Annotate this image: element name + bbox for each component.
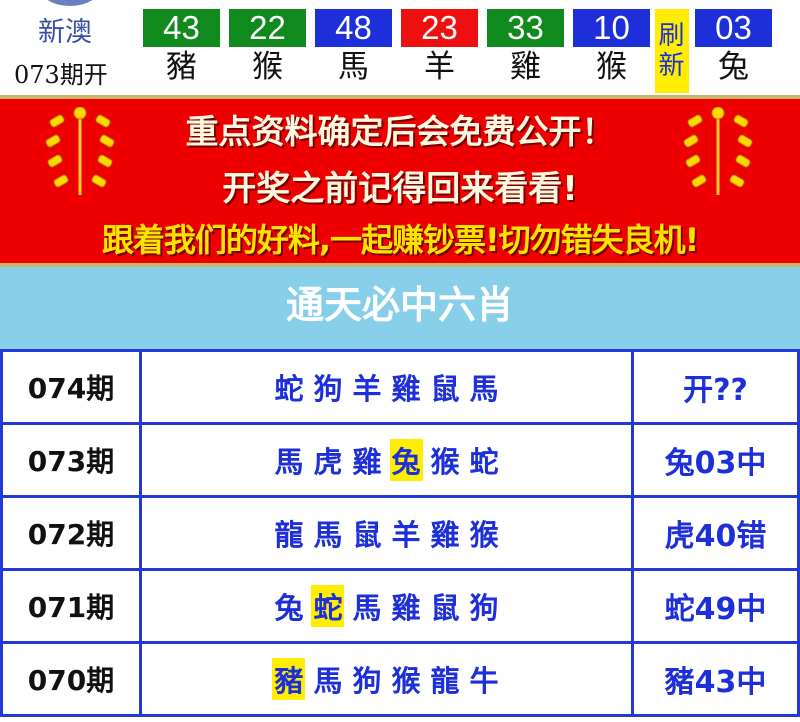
animal: 馬 <box>469 372 499 406</box>
animals-cell: 豬馬狗猴龍牛 <box>139 641 634 717</box>
site-logo-icon <box>40 0 100 6</box>
result-ball-zodiac: 羊 <box>424 49 455 85</box>
result-ball: 22 <box>229 9 306 47</box>
animals-cell: 馬虎雞兔猴蛇 <box>139 422 634 498</box>
result-ball: 23 <box>401 9 478 47</box>
animal: 鼠 <box>430 591 460 625</box>
result-ball: 33 <box>487 9 564 47</box>
result-cell: 兔03中 <box>631 422 800 498</box>
prediction-table: 074期蛇狗羊雞鼠馬开?? 073期馬虎雞兔猴蛇兔03中 072期龍馬鼠羊雞猴虎40… <box>0 349 800 717</box>
result-cell: 蛇49中 <box>631 568 800 644</box>
table-row: 073期馬虎雞兔猴蛇兔03中 <box>0 422 800 498</box>
animal: 虎 <box>313 445 343 479</box>
result-ball: 48 <box>315 9 392 47</box>
animal: 羊 <box>352 372 382 406</box>
animals-cell: 兔蛇馬雞鼠狗 <box>139 568 634 644</box>
animal: 蛇 <box>469 445 499 479</box>
animal-hit: 兔 <box>389 439 423 481</box>
result-ball: 43 <box>143 9 220 47</box>
site-name: 新澳 <box>38 17 92 48</box>
banner-line-2: 开奖之前记得回来看看! <box>222 169 578 209</box>
animal: 馬 <box>274 445 304 479</box>
animal-hit: 蛇 <box>311 585 345 627</box>
result-ball-zodiac: 猴 <box>252 49 283 85</box>
animal: 羊 <box>391 518 421 552</box>
animal: 雞 <box>391 591 421 625</box>
animal-hit: 豬 <box>272 658 306 700</box>
animal: 雞 <box>391 372 421 406</box>
table-row: 074期蛇狗羊雞鼠馬开?? <box>0 349 800 425</box>
result-ball: 10 <box>573 9 650 47</box>
animal: 狗 <box>469 591 499 625</box>
animal: 蛇 <box>274 372 304 406</box>
animal: 雞 <box>430 518 460 552</box>
animal: 猴 <box>391 664 421 698</box>
animal: 馬 <box>352 591 382 625</box>
refresh-button[interactable]: 刷新 <box>654 9 689 93</box>
animal: 狗 <box>352 664 382 698</box>
animal: 猴 <box>430 445 460 479</box>
result-ball-zodiac: 豬 <box>166 49 197 85</box>
animals-cell: 蛇狗羊雞鼠馬 <box>139 349 634 425</box>
section-title: 通天必中六肖 <box>0 267 800 349</box>
special-ball-zodiac: 兔 <box>718 49 749 85</box>
animal: 鼠 <box>352 518 382 552</box>
animal: 猴 <box>469 518 499 552</box>
draw-result-bar: 新澳 073期开 43 豬 22 猴 48 馬 23 羊 33 雞 10 猴 刷新 03 兔 <box>0 0 800 95</box>
animal: 龍 <box>430 664 460 698</box>
result-cell: 开?? <box>631 349 800 425</box>
result-ball-zodiac: 猴 <box>596 49 627 85</box>
special-ball: 03 <box>695 9 772 47</box>
animals-cell: 龍馬鼠羊雞猴 <box>139 495 634 571</box>
banner-line-1: 重点资料确定后会免费公开！ <box>185 112 615 151</box>
animal: 兔 <box>274 591 304 625</box>
animal: 龍 <box>274 518 304 552</box>
period-cell: 070期 <box>0 641 142 717</box>
animal: 狗 <box>313 372 343 406</box>
banner-line-3: 跟着我们的好料,一起赚钞票!切勿错失良机! <box>101 221 699 259</box>
issue-label: 073期开 <box>14 61 108 89</box>
period-cell: 071期 <box>0 568 142 644</box>
animal: 雞 <box>352 445 382 479</box>
animal: 牛 <box>469 664 499 698</box>
result-ball-zodiac: 雞 <box>510 49 541 85</box>
result-cell: 豬43中 <box>631 641 800 717</box>
animal: 馬 <box>313 664 343 698</box>
animal: 鼠 <box>430 372 460 406</box>
period-cell: 072期 <box>0 495 142 571</box>
table-row: 070期豬馬狗猴龍牛豬43中 <box>0 641 800 717</box>
promo-banner: 重点资料确定后会免费公开！ 开奖之前记得回来看看! 跟着我们的好料,一起赚钞票!… <box>0 95 800 267</box>
table-row: 071期兔蛇馬雞鼠狗蛇49中 <box>0 568 800 644</box>
page: 新澳 073期开 43 豬 22 猴 48 馬 23 羊 33 雞 10 猴 刷新 03 兔 <box>0 0 800 722</box>
result-cell: 虎40错 <box>631 495 800 571</box>
period-cell: 074期 <box>0 349 142 425</box>
result-ball-zodiac: 馬 <box>338 49 369 85</box>
table-row: 072期龍馬鼠羊雞猴虎40错 <box>0 495 800 571</box>
period-cell: 073期 <box>0 422 142 498</box>
animal: 馬 <box>313 518 343 552</box>
